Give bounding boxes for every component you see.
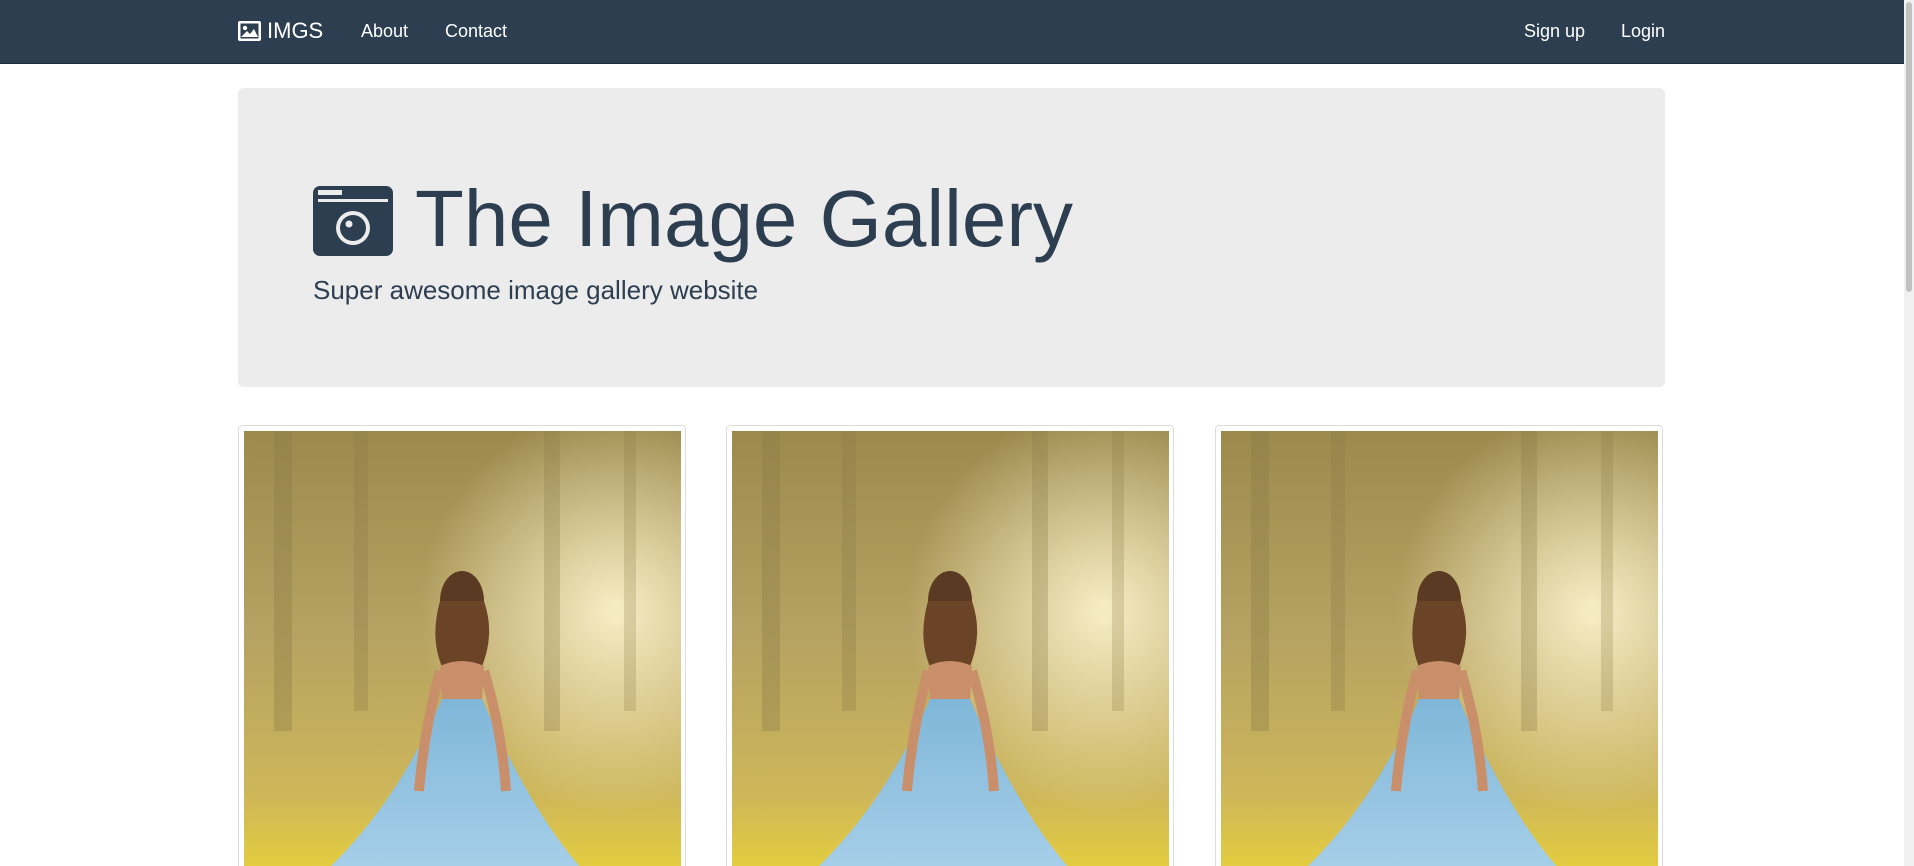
page-subtitle: Super awesome image gallery website <box>313 275 759 305</box>
gallery-image[interactable] <box>1221 431 1658 866</box>
page-title-text: The Image Gallery <box>415 174 1074 263</box>
nav-contact-link[interactable]: Contact <box>445 20 507 42</box>
page-title: The Image Gallery <box>313 174 1073 264</box>
image-icon <box>238 21 261 41</box>
gallery-card[interactable] <box>1215 425 1663 866</box>
gallery-image[interactable] <box>244 431 681 866</box>
gallery-image[interactable] <box>732 431 1169 866</box>
scrollbar-thumb[interactable] <box>1906 2 1912 292</box>
top-navbar: IMGS About Contact Sign up Login <box>0 0 1904 64</box>
nav-about-link[interactable]: About <box>361 20 408 42</box>
gallery-card[interactable] <box>238 425 686 866</box>
nav-signup-link[interactable]: Sign up <box>1524 20 1585 42</box>
brand-link[interactable]: IMGS <box>238 18 323 44</box>
page: IMGS About Contact Sign up Login The Ima… <box>0 0 1914 866</box>
camera-icon <box>313 184 393 256</box>
gallery-card[interactable] <box>726 425 1174 866</box>
page-scrollbar[interactable] <box>1904 0 1914 866</box>
nav-login-link[interactable]: Login <box>1621 20 1665 42</box>
hero-jumbotron: The Image Gallery Super awesome image ga… <box>238 88 1665 387</box>
brand-label: IMGS <box>267 18 324 43</box>
